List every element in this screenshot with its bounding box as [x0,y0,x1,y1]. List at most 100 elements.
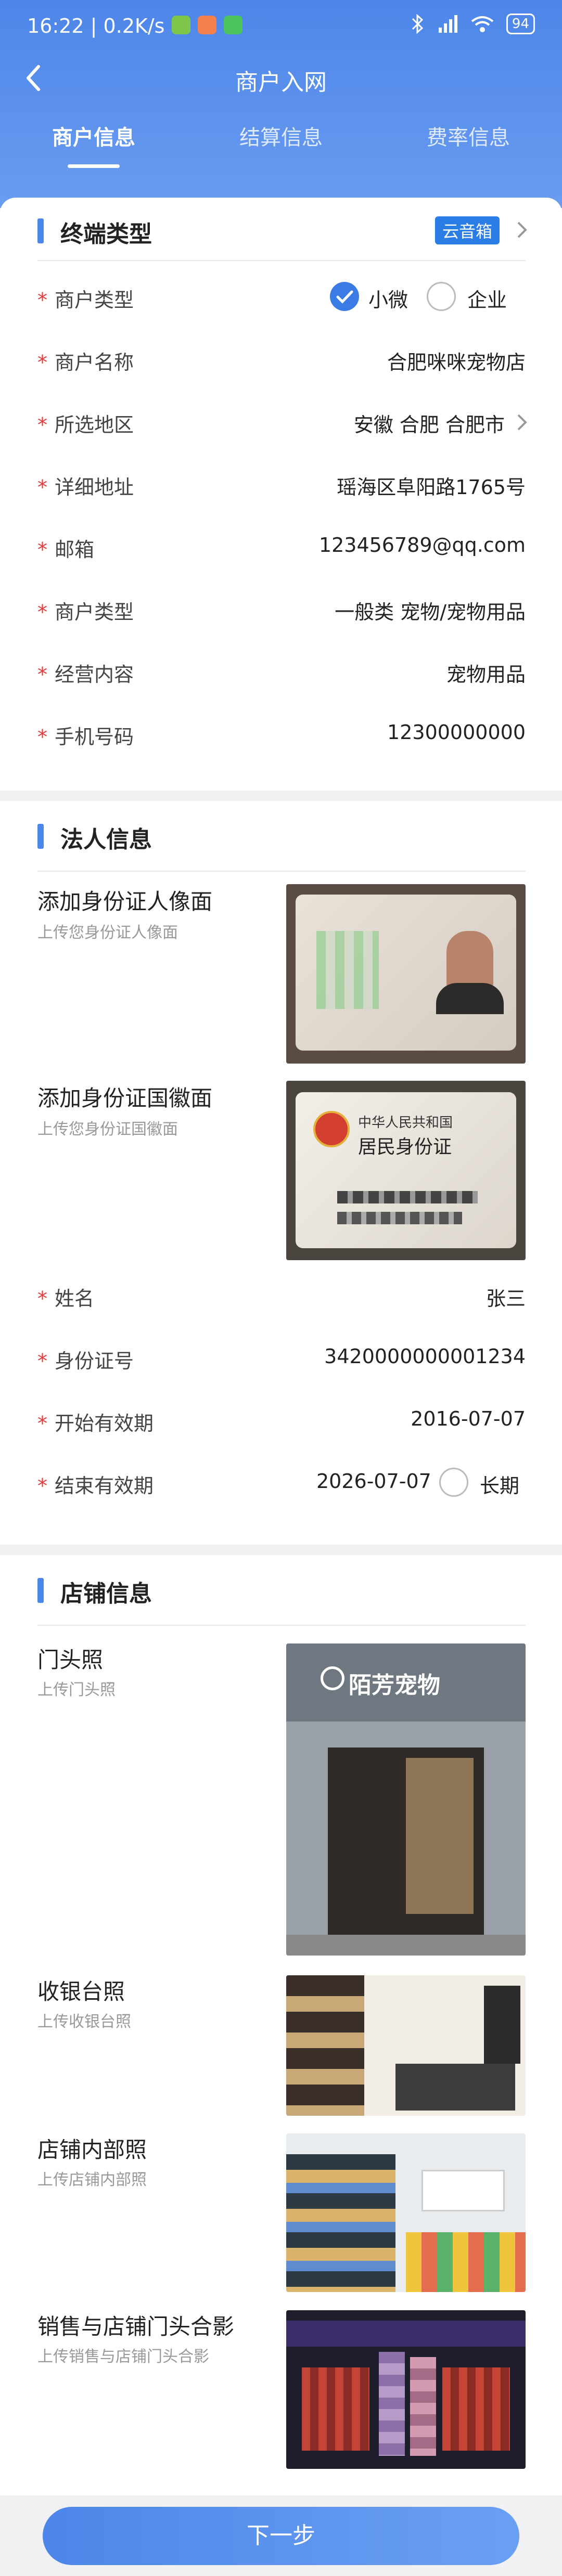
emblem-icon [313,1111,350,1147]
id-number-row[interactable]: * 身份证号 3420000000001234 [0,1337,562,1378]
business-scope-row[interactable]: * 经营内容 宠物用品 [0,650,562,692]
tab-settlement-info[interactable]: 结算信息 [187,121,375,151]
field-label: 详细地址 [55,476,134,499]
person-redacted [379,2352,405,2456]
merchant-category-value[interactable]: 一般类 宠物/宠物用品 [335,596,526,625]
field-label: 邮箱 [55,538,95,561]
id-back-title: 添加身份证国徽面 [37,1085,213,1111]
region-row[interactable]: * 所选地区 安徽 合肥 合肥市 [0,400,562,442]
radio-small-micro[interactable] [330,282,359,311]
tab-merchant-info[interactable]: 商户信息 [0,121,187,151]
portrait-image [446,931,493,988]
interior-products [406,2232,526,2292]
shelf-image [286,1975,364,2116]
section-title-terminal: 终端类型 [60,221,152,248]
name-value[interactable]: 张三 [486,1283,526,1311]
merchant-name-row[interactable]: * 商户名称 合肥咪咪宠物店 [0,338,562,380]
interior-title: 店铺内部照 [37,2137,147,2163]
merchant-category-row[interactable]: * 商户类型 一般类 宠物/宠物用品 [0,588,562,629]
id-front-title: 添加身份证人像面 [37,889,213,914]
interior-photo[interactable] [286,2133,526,2292]
section-marker [37,1578,44,1603]
redacted-text [316,931,379,1009]
id-card-country: 中华人民共和国 [358,1115,453,1131]
interior-subtitle: 上传店铺内部照 [37,2171,147,2189]
business-scope-value[interactable]: 宠物用品 [446,658,526,687]
merchant-name-value[interactable]: 合肥咪咪宠物店 [387,346,526,375]
storefront-title: 门头照 [37,1647,104,1673]
pavement [286,1935,526,1956]
option-label-enterprise[interactable]: 企业 [467,284,507,313]
store-sign-text: 陌芳宠物 [349,1672,440,1699]
id-card-title: 居民身份证 [358,1136,452,1158]
name-row[interactable]: * 姓名 张三 [0,1274,562,1316]
interior-sign [422,2170,505,2211]
start-date-value[interactable]: 2016-07-07 [411,1407,526,1430]
next-button[interactable]: 下一步 [43,2507,519,2565]
storefront-subtitle: 上传门头照 [37,1681,116,1699]
start-date-row[interactable]: * 开始有效期 2016-07-07 [0,1399,562,1441]
store-sign-area: 陌芳宠物 [286,1643,526,1721]
app-icon [198,16,216,34]
id-front-photo[interactable] [286,884,526,1064]
redacted-text [337,1212,462,1224]
id-back-photo[interactable]: 中华人民共和国 居民身份证 [286,1081,526,1260]
chevron-right-icon[interactable] [510,411,533,434]
end-date-value[interactable]: 2026-07-07 [316,1470,431,1493]
sales-storefront-photo[interactable] [286,2310,526,2469]
id-front-subtitle: 上传您身份证人像面 [37,924,178,942]
cashier-title: 收银台照 [37,1979,125,2004]
section-marker [37,218,44,243]
legal-person-card: 法人信息 添加身份证人像面 上传您身份证人像面 添加身份证国徽面 上传您身份证国… [0,801,562,1545]
redacted-text [337,1191,478,1203]
option-label-small-micro[interactable]: 小微 [368,284,408,313]
merchant-type-row: * 商户类型 小微 企业 [0,276,562,317]
sales-photo-subtitle: 上传销售与店铺门头合影 [37,2348,209,2366]
phone-row[interactable]: * 手机号码 12300000000 [0,713,562,754]
notification-icons [172,16,242,34]
email-value[interactable]: 123456789@qq.com [319,534,526,556]
radio-enterprise[interactable] [427,282,456,311]
display-right [442,2367,510,2451]
sales-photo-title: 销售与店铺门头合影 [37,2314,235,2339]
radio-long-term[interactable] [439,1468,468,1497]
sign-light [286,2321,526,2347]
chevron-right-icon[interactable] [510,218,533,241]
divider [37,871,526,872]
battery-indicator: 94 [506,14,535,34]
terminal-type-badge[interactable]: 云音箱 [435,216,500,244]
store-door [328,1747,484,1935]
merchant-info-card: 终端类型 云音箱 * 商户类型 小微 企业 * 商户名称 合肥咪咪宠物店 * 所选地区… [0,198,562,791]
divider [37,1625,526,1626]
status-right: 94 [411,14,535,34]
title-bar: 商户入网 [0,52,562,104]
section-title-store: 店铺信息 [60,1581,152,1607]
field-label: 手机号码 [55,726,134,748]
end-date-row: * 结束有效期 2026-07-07 长期 [0,1461,562,1503]
tab-rate-info[interactable]: 费率信息 [375,121,562,151]
id-card-image [296,895,516,1051]
id-back-subtitle: 上传您身份证国徽面 [37,1120,178,1138]
region-value[interactable]: 安徽 合肥 合肥市 [354,409,505,437]
address-row[interactable]: * 详细地址 瑶海区阜阳路1765号 [0,463,562,504]
cashier-photo[interactable] [286,1975,526,2116]
store-shelf [406,1758,474,1914]
checkmark-icon [336,290,353,304]
id-number-value[interactable]: 3420000000001234 [324,1345,526,1368]
wifi-icon [471,16,494,32]
option-label-long-term[interactable]: 长期 [480,1470,519,1498]
interior-shelves [286,2154,395,2292]
storefront-photo[interactable]: 陌芳宠物 [286,1643,526,1956]
field-label: 商户名称 [55,351,134,374]
counter-image [395,2064,515,2111]
field-label: 身份证号 [55,1350,134,1373]
portrait-shoulders [436,983,504,1014]
phone-value[interactable]: 12300000000 [387,721,526,744]
status-bar: 16:22 | 0.2K/s 94 [0,0,562,50]
cashier-subtitle: 上传收银台照 [37,2013,131,2031]
email-row[interactable]: * 邮箱 123456789@qq.com [0,525,562,567]
tab-bar: 商户信息 结算信息 费率信息 [0,121,562,173]
address-value[interactable]: 瑶海区阜阳路1765号 [337,471,526,500]
field-label: 结束有效期 [55,1474,154,1497]
divider [37,260,526,261]
